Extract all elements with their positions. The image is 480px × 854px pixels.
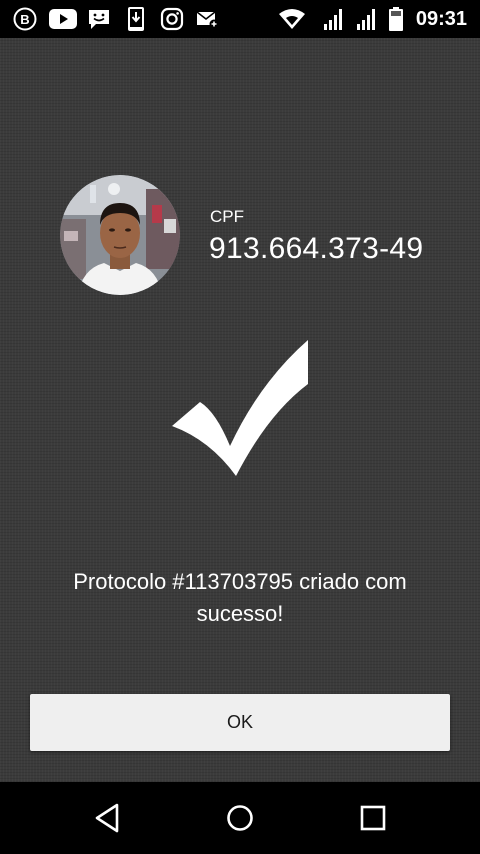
chat-icon bbox=[86, 7, 112, 31]
wifi-icon bbox=[278, 7, 306, 31]
success-message: Protocolo #113703795 criado com sucesso! bbox=[20, 566, 460, 630]
checkmark-icon bbox=[172, 340, 310, 478]
download-icon bbox=[125, 7, 147, 31]
home-icon[interactable] bbox=[222, 800, 258, 836]
battery-icon bbox=[388, 7, 404, 31]
success-message-line-2: sucesso! bbox=[196, 601, 284, 626]
mail-icon bbox=[196, 7, 220, 31]
recents-icon[interactable] bbox=[355, 800, 391, 836]
back-icon[interactable] bbox=[89, 800, 125, 836]
status-time: 09:31 bbox=[415, 8, 467, 30]
ok-button[interactable]: OK bbox=[30, 694, 450, 751]
signal-icon bbox=[355, 7, 379, 31]
youtube-icon bbox=[48, 7, 78, 31]
b-circle-icon: B bbox=[12, 7, 38, 31]
cpf-label: CPF bbox=[210, 207, 244, 226]
svg-text:B: B bbox=[20, 12, 29, 27]
cpf-value: 913.664.373-49 bbox=[209, 232, 424, 265]
success-message-line-1: Protocolo #113703795 criado com bbox=[73, 569, 407, 594]
navigation-bar bbox=[0, 782, 480, 854]
signal-icon bbox=[322, 7, 346, 31]
status-bar: B 09:31 bbox=[0, 0, 480, 38]
main-content: CPF 913.664.373-49 Protocolo #113703795 … bbox=[0, 38, 480, 782]
avatar bbox=[60, 175, 180, 295]
instagram-icon bbox=[159, 7, 185, 31]
